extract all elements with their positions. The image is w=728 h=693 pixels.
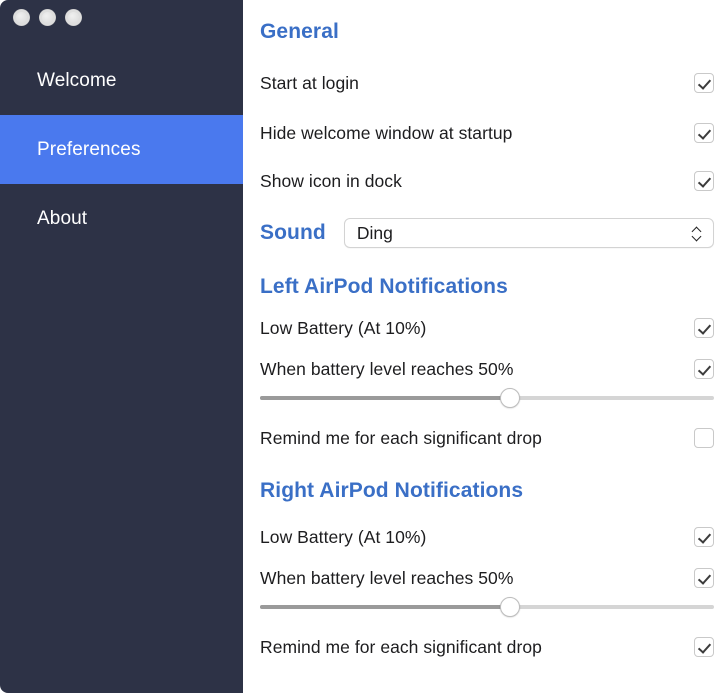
slider-right-battery-level[interactable] xyxy=(260,596,714,618)
slider-fill xyxy=(260,605,510,609)
checkbox-left-low-battery[interactable] xyxy=(694,318,714,338)
sound-select[interactable]: Ding xyxy=(344,218,714,248)
section-title-left-airpod: Left AirPod Notifications xyxy=(260,275,508,299)
zoom-button-icon[interactable] xyxy=(65,9,82,26)
setting-row-hide-welcome-window[interactable]: Hide welcome window at startup xyxy=(260,121,714,145)
sidebar-nav: Welcome Preferences About xyxy=(0,46,243,253)
setting-row-left-low-battery[interactable]: Low Battery (At 10%) xyxy=(260,316,714,340)
sidebar-item-label: Welcome xyxy=(37,70,117,92)
slider-fill xyxy=(260,396,510,400)
sidebar: Welcome Preferences About xyxy=(0,0,243,693)
checkbox-left-remind-drop[interactable] xyxy=(694,428,714,448)
setting-label: Remind me for each significant drop xyxy=(260,637,542,658)
preferences-window: Welcome Preferences About General Start … xyxy=(0,0,728,693)
setting-label: Low Battery (At 10%) xyxy=(260,318,426,339)
sound-select-value: Ding xyxy=(345,223,393,244)
slider-thumb[interactable] xyxy=(500,597,520,617)
setting-row-right-remind-drop[interactable]: Remind me for each significant drop xyxy=(260,635,714,659)
sound-setting-row: Sound Ding xyxy=(260,218,714,248)
chevron-up-down-icon xyxy=(691,226,702,240)
setting-row-right-battery-level[interactable]: When battery level reaches 50% xyxy=(260,566,714,590)
setting-label: Start at login xyxy=(260,73,359,94)
traffic-lights xyxy=(13,9,82,26)
checkbox-show-icon-in-dock[interactable] xyxy=(694,171,714,191)
setting-row-show-icon-in-dock[interactable]: Show icon in dock xyxy=(260,169,714,193)
sidebar-item-label: Preferences xyxy=(37,139,141,161)
minimize-button-icon[interactable] xyxy=(39,9,56,26)
slider-left-battery-level[interactable] xyxy=(260,387,714,409)
slider-track[interactable] xyxy=(260,396,714,400)
close-button-icon[interactable] xyxy=(13,9,30,26)
sidebar-item-welcome[interactable]: Welcome xyxy=(0,46,243,115)
slider-track[interactable] xyxy=(260,605,714,609)
sound-label: Sound xyxy=(260,221,326,245)
checkbox-left-battery-level[interactable] xyxy=(694,359,714,379)
checkbox-right-battery-level[interactable] xyxy=(694,568,714,588)
checkbox-right-low-battery[interactable] xyxy=(694,527,714,547)
setting-label: Low Battery (At 10%) xyxy=(260,527,426,548)
setting-label: Show icon in dock xyxy=(260,171,402,192)
setting-label: Remind me for each significant drop xyxy=(260,428,542,449)
setting-label: When battery level reaches 50% xyxy=(260,359,513,380)
checkbox-hide-welcome-window[interactable] xyxy=(694,123,714,143)
section-title-right-airpod: Right AirPod Notifications xyxy=(260,479,523,503)
setting-label: Hide welcome window at startup xyxy=(260,123,512,144)
setting-row-left-battery-level[interactable]: When battery level reaches 50% xyxy=(260,357,714,381)
setting-row-right-low-battery[interactable]: Low Battery (At 10%) xyxy=(260,525,714,549)
slider-thumb[interactable] xyxy=(500,388,520,408)
preferences-content: General Start at login Hide welcome wind… xyxy=(243,0,728,693)
section-title-general: General xyxy=(260,20,339,44)
checkbox-start-at-login[interactable] xyxy=(694,73,714,93)
setting-label: When battery level reaches 50% xyxy=(260,568,513,589)
sidebar-item-about[interactable]: About xyxy=(0,184,243,253)
checkbox-right-remind-drop[interactable] xyxy=(694,637,714,657)
sidebar-item-label: About xyxy=(37,208,87,230)
sidebar-item-preferences[interactable]: Preferences xyxy=(0,115,243,184)
setting-row-start-at-login[interactable]: Start at login xyxy=(260,71,714,95)
setting-row-left-remind-drop[interactable]: Remind me for each significant drop xyxy=(260,426,714,450)
